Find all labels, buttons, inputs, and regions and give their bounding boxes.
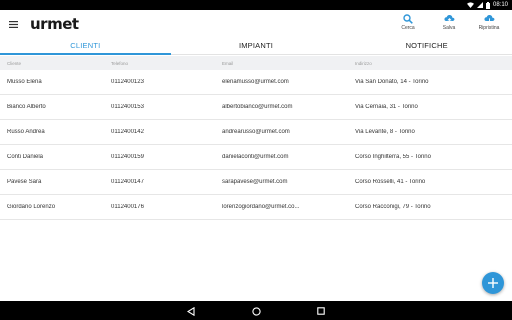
client-phone: 0112400142 [111,129,144,135]
tab-clienti[interactable]: CLIENTI [0,38,171,55]
status-time: 08:10 [492,2,508,8]
tab-impianti[interactable]: IMPIANTI [171,38,342,54]
client-email: sarapavese@urmet.com [222,179,288,185]
client-name: Bianco Alberto [7,104,46,110]
urmet-logo: urmet [30,14,79,34]
save-label: Salva [442,25,456,31]
battery-icon [485,1,490,9]
back-icon [187,306,195,316]
menu-button[interactable] [7,18,19,30]
client-name: Russo Andrea [7,129,45,135]
recents-button[interactable] [315,305,327,317]
search-button[interactable]: Cerca [395,14,421,36]
back-button[interactable] [185,305,197,317]
table-row[interactable]: Musso Elena 0112400123 elenamusso@urmet.… [0,70,512,95]
client-address: Via Cernaia, 31 - Torino [355,104,418,110]
search-icon [403,14,413,24]
tab-bar: CLIENTI IMPIANTI NOTIFICHE [0,38,512,55]
cloud-download-icon [483,14,494,24]
signal-icon [476,2,483,8]
client-phone: 0112400176 [111,204,144,210]
client-email: albertobianco@urmet.com [222,104,293,110]
app-bar: urmet Cerca Salva Ripristina [0,10,512,38]
table-row[interactable]: Russo Andrea 0112400142 andrearusso@urme… [0,120,512,145]
client-phone: 0112400159 [111,154,144,160]
client-email: danielaconti@urmet.com [222,154,289,160]
client-name: Musso Elena [7,79,42,85]
client-email: lorenzogiordano@urmet.co... [222,204,300,210]
client-email: andrearusso@urmet.com [222,129,290,135]
table-header: Cliente Telefono Email Indirizzo [0,56,512,70]
column-header-name[interactable]: Cliente [7,61,107,66]
table-row[interactable]: Bianco Alberto 0112400153 albertobianco@… [0,95,512,120]
client-address: Corso Rosselli, 41 - Torino [355,179,426,185]
home-button[interactable] [250,305,262,317]
restore-label: Ripristina [478,25,500,31]
home-icon [251,306,261,316]
client-name: Conti Daniela [7,154,44,160]
add-client-button[interactable] [482,272,504,294]
wifi-icon [466,2,474,8]
menu-icon [8,20,18,28]
restore-button[interactable]: Ripristina [476,14,502,36]
client-address: Corso Racconigi, 79 - Torino [355,204,431,210]
tab-notifiche[interactable]: NOTIFICHE [341,38,512,54]
client-address: Via Levante, 8 - Torino [355,129,415,135]
table-row[interactable]: Giordano Lorenzo 0112400176 lorenzogiord… [0,195,512,220]
column-header-email[interactable]: Email [222,61,304,66]
client-name: Giordano Lorenzo [7,204,56,210]
navigation-bar [0,301,512,320]
table-row[interactable]: Conti Daniela 0112400159 danielaconti@ur… [0,145,512,170]
search-label: Cerca [401,25,415,31]
client-address: Via San Donato, 14 - Torino [355,79,429,85]
column-header-phone[interactable]: Telefono [111,61,211,66]
client-name: Pavese Sara [7,179,42,185]
cloud-upload-icon [443,14,454,24]
client-email: elenamusso@urmet.com [222,79,289,85]
recents-icon [317,307,325,315]
logo-text: urmet [30,15,79,33]
client-address: Corso Inghilterra, 55 - Torino [355,154,431,160]
save-button[interactable]: Salva [436,14,462,36]
client-phone: 0112400153 [111,104,144,110]
add-icon [488,278,498,288]
status-bar: 08:10 [0,0,512,10]
column-header-address[interactable]: Indirizzo [355,61,505,66]
client-phone: 0112400123 [111,79,144,85]
client-list: Musso Elena 0112400123 elenamusso@urmet.… [0,70,512,220]
client-phone: 0112400147 [111,179,144,185]
table-row[interactable]: Pavese Sara 0112400147 sarapavese@urmet.… [0,170,512,195]
status-icons: 08:10 [466,1,508,9]
